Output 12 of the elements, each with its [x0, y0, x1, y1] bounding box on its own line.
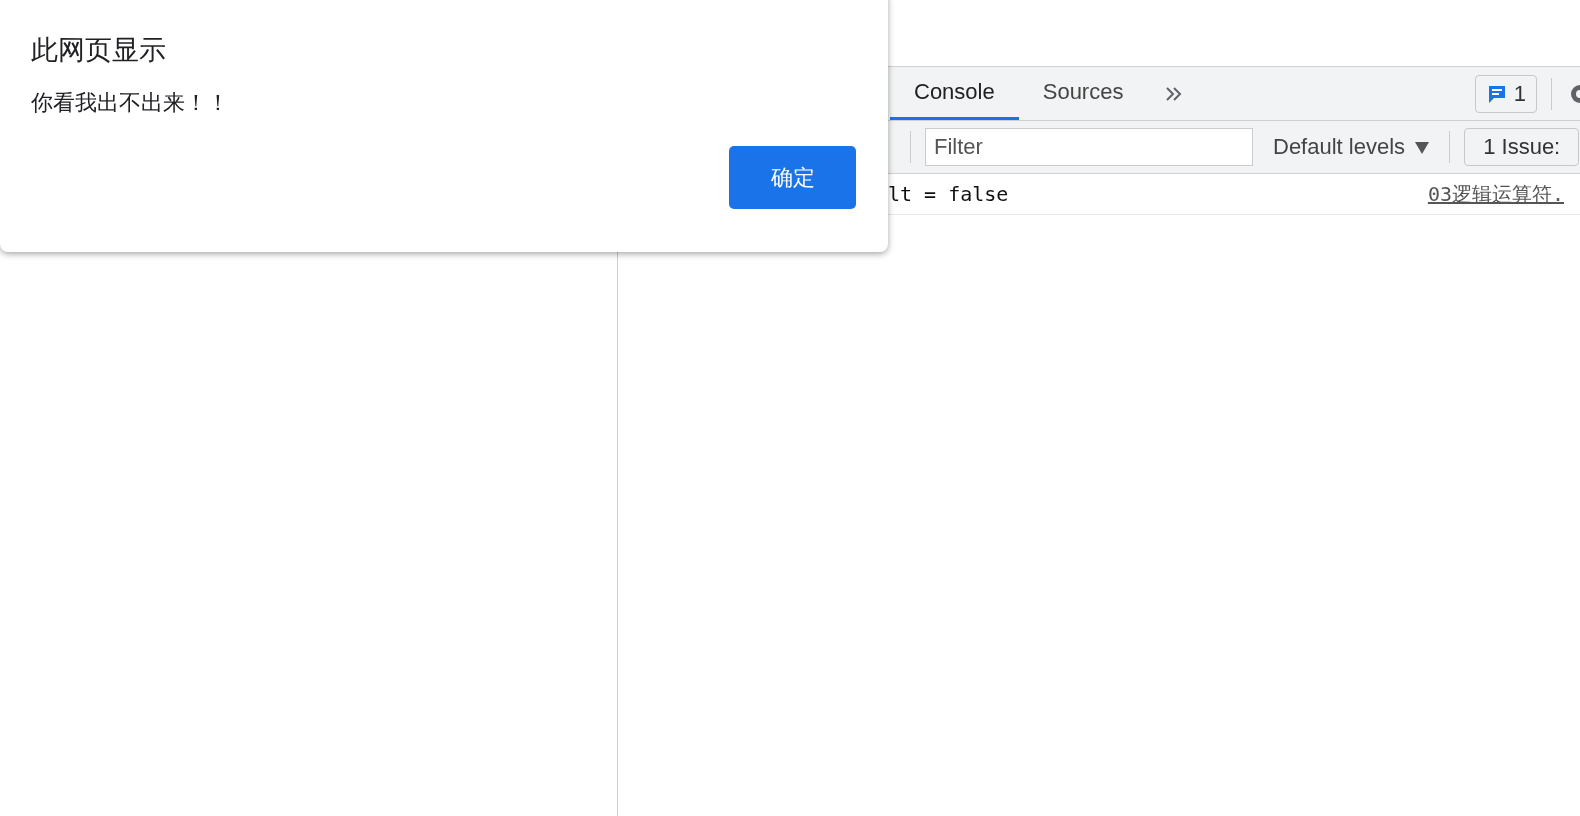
dropdown-arrow-icon	[1415, 142, 1430, 154]
messages-button[interactable]: 1	[1474, 74, 1537, 113]
source-link[interactable]: 03逻辑运算符.	[1427, 180, 1564, 208]
issues-button[interactable]: 1 Issue:	[1464, 128, 1580, 166]
ok-button[interactable]: 确定	[729, 146, 856, 209]
filter-field[interactable]: Filter	[925, 128, 1253, 166]
dialog-message: 你看我出不出来！！	[31, 89, 230, 117]
more-tabs-icon[interactable]	[1165, 86, 1184, 101]
console-message: lt = false	[888, 182, 1009, 206]
panel-tab[interactable]: Sources	[1018, 67, 1148, 120]
levels-dropdown[interactable]: Default levels	[1267, 133, 1436, 161]
dialog-title: 此网页显示	[31, 34, 167, 67]
